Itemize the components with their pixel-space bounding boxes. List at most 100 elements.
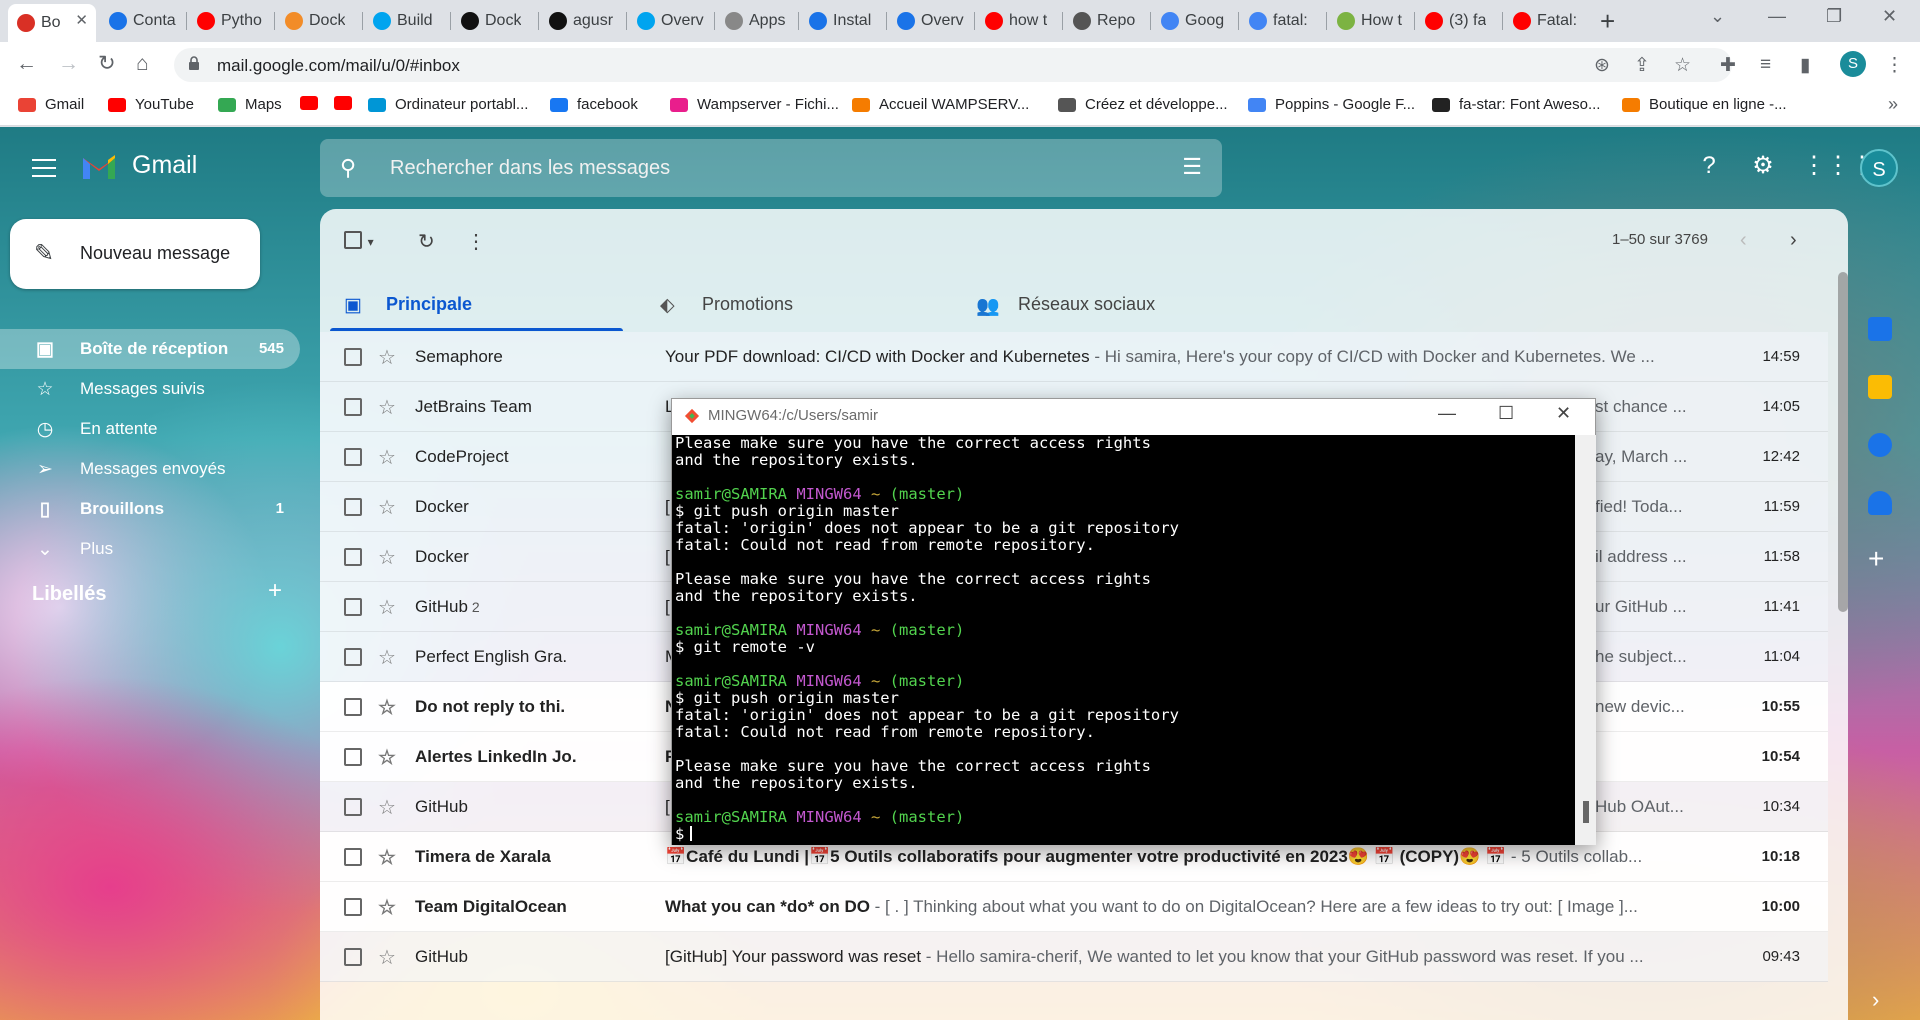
share-icon[interactable]: ⇪ [1634,54,1650,77]
terminal-minimize-icon[interactable]: — [1438,403,1456,424]
calendar-icon[interactable] [1868,317,1892,341]
search-options-icon[interactable]: ☰ [1182,154,1202,180]
email-row[interactable]: ☆ Semaphore Your PDF download: CI/CD with … [320,332,1828,382]
star-icon[interactable]: ☆ [378,895,396,920]
git-bash-window[interactable]: MINGW64:/c/Users/samir — ☐ ✕ Please make… [671,398,1596,845]
browser-tab[interactable]: Dock [276,6,360,36]
row-checkbox[interactable] [344,848,362,866]
category-tab[interactable]: ▣ Principale [330,279,623,331]
row-checkbox[interactable] [344,898,362,916]
tab-search-icon[interactable]: ⌄ [1710,6,1725,27]
star-icon[interactable]: ☆ [378,395,396,420]
star-icon[interactable]: ☆ [378,745,396,770]
compose-button[interactable]: ✎ Nouveau message [10,219,260,289]
close-window-icon[interactable]: ✕ [1882,6,1897,27]
newer-page-icon[interactable]: ‹ [1740,229,1747,252]
browser-tab[interactable]: Apps [716,6,796,36]
star-icon[interactable]: ☆ [378,345,396,370]
bookmark-item[interactable]: Gmail [18,96,84,113]
install-app-icon[interactable]: ⊛ [1594,54,1610,77]
bookmark-item[interactable]: Poppins - Google F... [1248,96,1415,113]
email-row[interactable]: ☆ GitHub [GitHub] Your password was reset … [320,932,1828,982]
nav-item[interactable]: ▯ Brouillons 1 [0,489,300,529]
category-tab[interactable]: 👥 Réseaux sociaux [962,279,1255,331]
keep-icon[interactable] [1868,375,1892,399]
minimize-icon[interactable]: — [1768,6,1786,27]
bookmark-item[interactable]: Ordinateur portabl... [368,96,528,113]
more-actions-icon[interactable]: ⋮ [466,229,486,254]
media-icon[interactable]: ≡ [1760,54,1771,76]
bookmark-star-icon[interactable]: ☆ [1674,54,1691,77]
terminal-output[interactable]: Please make sure you have the correct ac… [672,435,1575,845]
add-addon-icon[interactable]: + [1868,543,1884,575]
home-icon[interactable]: ⌂ [136,52,149,76]
browser-tab[interactable]: Goog [1152,6,1236,36]
browser-tab[interactable]: Fatal: [1504,6,1588,36]
bookmark-item[interactable]: fa-star: Font Aweso... [1432,96,1600,113]
bookmark-item[interactable]: YouTube [108,96,194,113]
restore-icon[interactable]: ❐ [1826,6,1842,27]
email-row[interactable]: ☆ Team DigitalOcean What you can *do* on D… [320,882,1828,932]
category-tab[interactable]: ⬖ Promotions [646,279,939,331]
row-checkbox[interactable] [344,548,362,566]
nav-item[interactable]: ◷ En attente [0,409,300,449]
bookmark-item[interactable]: Wampserver - Fichi... [670,96,839,113]
star-icon[interactable]: ☆ [378,495,396,520]
close-tab-icon[interactable]: ✕ [75,11,88,29]
browser-tab[interactable]: Repo [1064,6,1148,36]
address-bar[interactable]: mail.google.com/mail/u/0/#inbox ⊛ ⇪ ☆ [174,48,1732,82]
browser-tab[interactable]: Bo ✕ [8,4,96,42]
older-page-icon[interactable]: › [1790,229,1797,252]
star-icon[interactable]: ☆ [378,445,396,470]
browser-tab[interactable]: Overv [888,6,972,36]
refresh-icon[interactable]: ↻ [418,229,435,254]
row-checkbox[interactable] [344,498,362,516]
reload-icon[interactable]: ↻ [98,52,116,76]
star-icon[interactable]: ☆ [378,945,396,970]
bookmark-item[interactable] [300,96,327,110]
browser-tab[interactable]: Build [364,6,448,36]
mail-search-box[interactable]: ⚲ Rechercher dans les messages ☰ [320,139,1222,197]
mail-list-scrollbar[interactable] [1838,272,1848,612]
nav-item[interactable]: ⌄ Plus [0,529,300,569]
extensions-icon[interactable]: ✚ [1720,54,1736,77]
row-checkbox[interactable] [344,348,362,366]
browser-tab[interactable]: Conta [100,6,184,36]
star-icon[interactable]: ☆ [378,845,396,870]
star-icon[interactable]: ☆ [378,795,396,820]
account-avatar[interactable]: S [1860,149,1898,187]
side-panel-icon[interactable]: ▮ [1800,54,1810,77]
back-icon[interactable]: ← [16,52,37,76]
more-bookmarks-icon[interactable]: » [1888,94,1898,115]
browser-profile-avatar[interactable]: S [1840,51,1866,77]
tasks-icon[interactable] [1868,433,1892,457]
row-checkbox[interactable] [344,698,362,716]
row-checkbox[interactable] [344,748,362,766]
bookmark-item[interactable]: facebook [550,96,638,113]
terminal-scrollbar[interactable] [1575,435,1596,845]
new-tab-button[interactable]: + [1600,8,1615,34]
row-checkbox[interactable] [344,448,362,466]
select-all-checkbox[interactable]: ▾ [344,229,374,252]
browser-tab[interactable]: How t [1328,6,1412,36]
apps-grid-icon[interactable]: ⋮⋮⋮ [1802,151,1874,181]
bookmark-item[interactable]: Boutique en ligne -... [1622,96,1787,113]
browser-tab[interactable]: how t [976,6,1060,36]
browser-tab[interactable]: Pytho [188,6,272,36]
nav-item[interactable]: ☆ Messages suivis [0,369,300,409]
bookmark-item[interactable] [334,96,361,110]
terminal-maximize-icon[interactable]: ☐ [1498,403,1514,424]
nav-item[interactable]: ▣ Boîte de réception 545 [0,329,300,369]
forward-icon[interactable]: → [58,52,79,76]
search-icon[interactable]: ⚲ [340,155,356,181]
star-icon[interactable]: ☆ [378,695,396,720]
row-checkbox[interactable] [344,948,362,966]
browser-tab[interactable]: Dock [452,6,536,36]
bookmark-item[interactable]: Maps [218,96,282,113]
browser-tab[interactable]: Overv [628,6,712,36]
settings-gear-icon[interactable]: ⚙ [1748,151,1778,181]
star-icon[interactable]: ☆ [378,595,396,620]
row-checkbox[interactable] [344,398,362,416]
add-label-icon[interactable]: + [268,577,282,605]
star-icon[interactable]: ☆ [378,645,396,670]
